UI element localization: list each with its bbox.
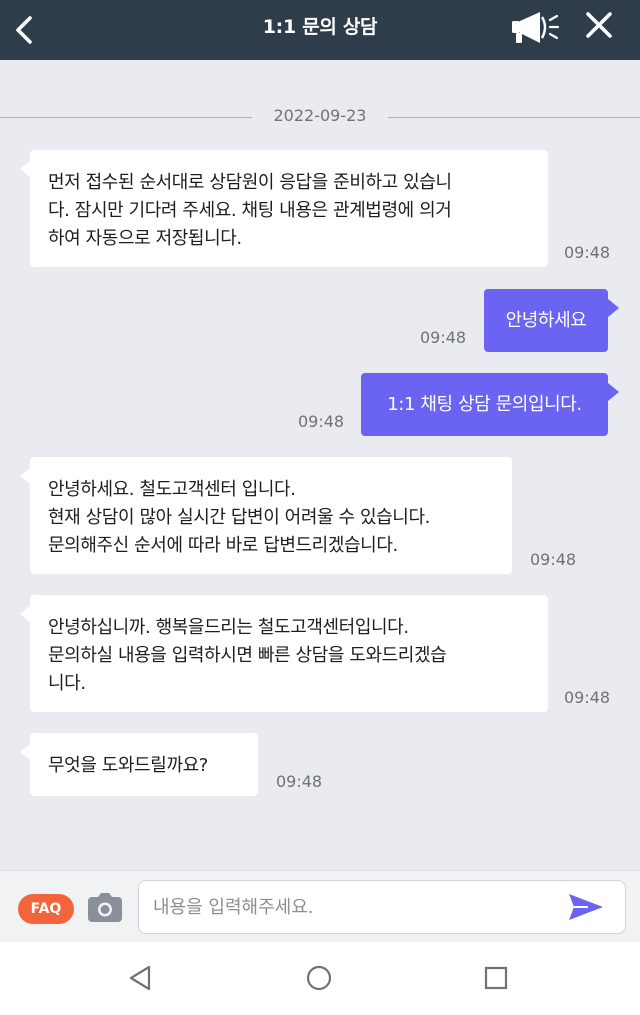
message-time: 09:48 (564, 243, 611, 262)
system-navigation-bar (0, 942, 640, 1015)
divider-line-right (388, 117, 640, 118)
message-input-bar: FAQ (0, 870, 640, 943)
faq-button[interactable]: FAQ (18, 894, 74, 924)
nav-recents-button[interactable] (476, 962, 516, 996)
message-line: 1:1 채팅 상담 문의입니다. (387, 393, 582, 415)
incoming-message: 안녕하십니까. 행복을드리는 철도고객센터입니다. 문의하실 내용을 입력하시면… (20, 595, 548, 712)
message-line: 다. 잠시만 기다려 주세요. 채팅 내용은 관계법령에 의거 (48, 200, 452, 221)
message-time: 09:48 (420, 328, 467, 347)
megaphone-icon (512, 12, 560, 43)
incoming-message: 무엇을 도와드릴까요? (20, 733, 258, 796)
notice-button[interactable] (508, 8, 564, 48)
outgoing-message: 1:1 채팅 상담 문의입니다. (361, 373, 619, 436)
message-time: 09:48 (276, 772, 323, 791)
send-icon (569, 894, 603, 920)
message-time: 09:48 (530, 550, 577, 569)
camera-icon (88, 893, 122, 922)
message-line: 먼저 접수된 순서대로 상담원이 응답을 준비하고 있습니 (48, 172, 452, 193)
message-line: 안녕하세요 (505, 309, 587, 331)
close-icon (586, 12, 612, 38)
nav-back-button[interactable] (120, 962, 160, 996)
message-line: 안녕하세요. 철도고객센터 입니다. (48, 479, 296, 500)
camera-button[interactable] (86, 891, 124, 925)
incoming-message: 안녕하세요. 철도고객센터 입니다. 현재 상담이 많아 실시간 답변이 어려울… (20, 457, 512, 574)
nav-home-circle-icon (306, 965, 332, 991)
divider-line-left (0, 117, 252, 118)
message-time: 09:48 (564, 688, 611, 707)
message-line: 문의해주신 순서에 따라 바로 답변드리겠습니다. (48, 535, 398, 556)
outgoing-message: 안녕하세요 (484, 289, 619, 352)
close-button[interactable] (580, 8, 620, 48)
nav-back-triangle-icon (129, 965, 151, 991)
message-line: 니다. (48, 673, 86, 694)
message-input[interactable] (138, 880, 626, 934)
date-divider: 2022-09-23 (0, 104, 640, 130)
message-time: 09:48 (298, 412, 345, 431)
send-button[interactable] (566, 891, 606, 923)
message-line: 안녕하십니까. 행복을드리는 철도고객센터입니다. (48, 617, 409, 638)
incoming-message: 먼저 접수된 순서대로 상담원이 응답을 준비하고 있습니 다. 잠시만 기다려… (20, 150, 548, 267)
message-line: 하여 자동으로 저장됩니다. (48, 228, 242, 249)
message-line: 문의하실 내용을 입력하시면 빠른 상담을 도와드리겠습 (48, 645, 447, 666)
chat-date: 2022-09-23 (273, 106, 367, 125)
message-line: 무엇을 도와드릴까요? (48, 755, 208, 776)
message-line: 현재 상담이 많아 실시간 답변이 어려울 수 있습니다. (48, 507, 430, 528)
nav-recents-square-icon (484, 966, 508, 990)
nav-home-button[interactable] (299, 962, 339, 996)
app-header: 1:1 문의 상담 (0, 0, 640, 60)
